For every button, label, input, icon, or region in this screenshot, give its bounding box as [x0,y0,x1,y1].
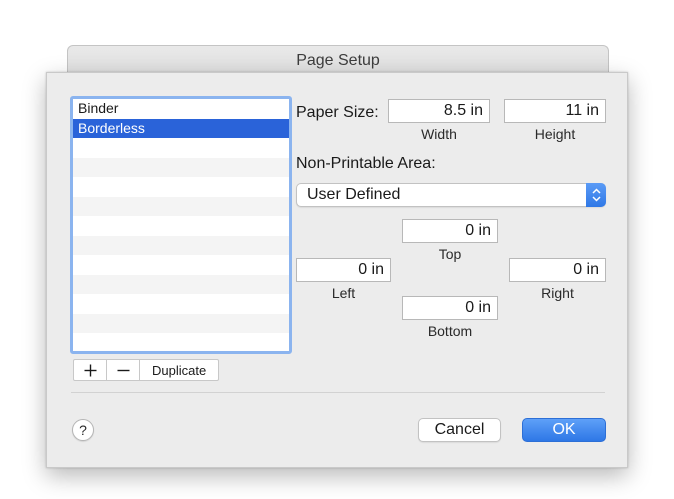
page-setup-sheet: Binder Borderless Duplicate Paper Size: … [46,72,628,468]
window-title: Page Setup [296,52,380,69]
bottom-margin-field[interactable]: 0 in [402,296,498,320]
add-button[interactable] [74,360,107,380]
help-button[interactable]: ? [72,419,94,441]
paper-size-label: Paper Size: [296,104,379,121]
empty-list-row [73,255,289,275]
height-label: Height [534,126,576,142]
right-label: Right [541,285,574,301]
cancel-button[interactable]: Cancel [418,418,501,442]
plus-icon [84,364,96,376]
top-margin-field[interactable]: 0 in [402,219,498,243]
non-printable-area-label: Non-Printable Area: [296,155,436,172]
empty-list-row [73,333,289,351]
width-field[interactable]: 8.5 in [388,99,490,123]
empty-list-row [73,294,289,314]
divider [71,392,605,393]
empty-list-row [73,216,289,236]
empty-list-row [73,177,289,197]
paper-size-list[interactable]: Binder Borderless [70,96,292,354]
right-margin-field[interactable]: 0 in [509,258,606,282]
list-item[interactable]: Binder [73,99,289,119]
height-field[interactable]: 11 in [504,99,606,123]
width-label: Width [421,126,457,142]
empty-list-row [73,196,289,216]
top-label: Top [438,246,462,262]
left-label: Left [331,285,356,301]
minus-icon [117,369,129,371]
empty-list-row [73,313,289,333]
non-printable-preset-select[interactable]: User Defined [296,183,606,207]
updown-chevron-icon [586,183,606,207]
empty-list-row [73,157,289,177]
list-controls: Duplicate [73,359,220,381]
empty-list-row [73,235,289,255]
left-margin-field[interactable]: 0 in [296,258,391,282]
ok-button[interactable]: OK [522,418,606,442]
empty-list-row [73,138,289,158]
empty-list-row [73,274,289,294]
select-value: User Defined [307,186,401,203]
bottom-label: Bottom [427,323,473,339]
list-item-selected[interactable]: Borderless [73,118,289,138]
remove-button[interactable] [107,360,140,380]
duplicate-button[interactable]: Duplicate [140,360,218,380]
